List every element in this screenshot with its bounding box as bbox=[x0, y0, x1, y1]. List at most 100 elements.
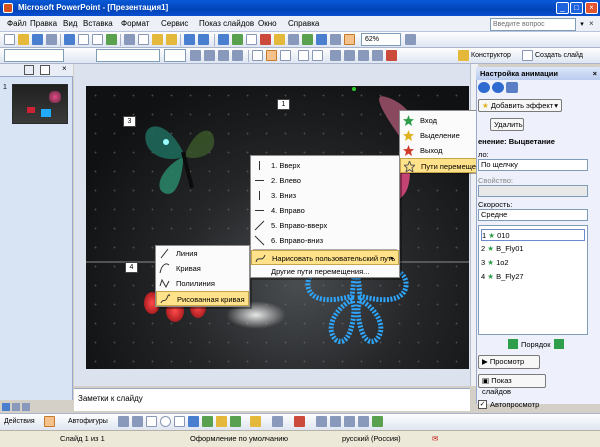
preview-icon[interactable] bbox=[92, 34, 103, 45]
save-icon[interactable] bbox=[32, 34, 43, 45]
paste-icon[interactable] bbox=[152, 34, 163, 45]
bold-icon[interactable] bbox=[190, 50, 201, 61]
taskpane-close-icon[interactable]: × bbox=[593, 67, 597, 80]
animation-item[interactable]: 3 ★ 1o2 bbox=[481, 257, 509, 269]
help-dropdown-icon[interactable]: ▾ bbox=[578, 18, 586, 31]
line-style-icon[interactable] bbox=[316, 416, 327, 427]
help-icon[interactable] bbox=[405, 34, 416, 45]
email-icon[interactable] bbox=[64, 34, 75, 45]
actions-button[interactable]: Действия bbox=[4, 416, 35, 428]
motion-right-up[interactable]: 5. Вправо-вверх bbox=[251, 218, 399, 233]
slideshow-view-icon[interactable] bbox=[22, 403, 30, 411]
spelling-icon[interactable] bbox=[106, 34, 117, 45]
diagram-icon[interactable] bbox=[202, 416, 213, 427]
anim-tag[interactable]: 4 bbox=[125, 262, 138, 273]
zoom-select[interactable]: 62% bbox=[361, 33, 401, 46]
anim-tag[interactable]: 1 bbox=[277, 99, 290, 110]
motion-up[interactable]: 1. Вверх bbox=[251, 158, 399, 173]
numbering-icon[interactable] bbox=[298, 50, 309, 61]
increase-indent-icon[interactable] bbox=[372, 50, 383, 61]
show-grid-icon[interactable] bbox=[330, 34, 341, 45]
property-select[interactable] bbox=[478, 185, 588, 197]
clipart-icon[interactable] bbox=[216, 416, 227, 427]
autopreview-checkbox[interactable]: ✓ bbox=[478, 400, 487, 409]
align-right-icon[interactable] bbox=[280, 50, 291, 61]
font-select[interactable] bbox=[96, 49, 160, 62]
preview-button[interactable]: ▶ Просмотр bbox=[478, 355, 540, 369]
line-color-icon[interactable] bbox=[272, 416, 283, 427]
menu-help[interactable]: Справка bbox=[285, 16, 322, 32]
style-select[interactable] bbox=[4, 49, 64, 62]
back-icon[interactable] bbox=[478, 82, 490, 93]
close-button[interactable]: × bbox=[585, 2, 598, 14]
undo-icon[interactable] bbox=[184, 34, 195, 45]
align-center-icon[interactable] bbox=[266, 50, 277, 61]
menu-file[interactable]: Файл bbox=[4, 16, 30, 32]
animation-item[interactable]: 4 ★ B_Fly27 bbox=[481, 271, 524, 283]
start-select[interactable]: По щелчку bbox=[478, 159, 588, 171]
notes-pane[interactable]: Заметки к слайду bbox=[74, 388, 470, 411]
color-grayscale-icon[interactable] bbox=[344, 34, 355, 45]
new-slide-button[interactable]: Создать слайд bbox=[535, 50, 583, 62]
menu-edit[interactable]: Правка bbox=[27, 16, 60, 32]
move-up-icon[interactable] bbox=[508, 339, 518, 349]
insert-diagram-icon[interactable] bbox=[288, 34, 299, 45]
new-icon[interactable] bbox=[4, 34, 15, 45]
motion-right-down[interactable]: 6. Вправо-вниз bbox=[251, 233, 399, 248]
italic-icon[interactable] bbox=[204, 50, 215, 61]
designer-button[interactable]: Конструктор bbox=[471, 50, 511, 62]
animation-item[interactable]: 1 ★ 010 bbox=[481, 229, 585, 241]
cut-icon[interactable] bbox=[124, 34, 135, 45]
font-size-select[interactable] bbox=[164, 49, 186, 62]
menu-slideshow[interactable]: Показ слайдов bbox=[196, 16, 257, 32]
decrease-font-icon[interactable] bbox=[344, 50, 355, 61]
redo-icon[interactable] bbox=[198, 34, 209, 45]
motion-custom-path[interactable]: Нарисовать пользовательский путь ▸ bbox=[251, 250, 399, 265]
rectangle-tool-icon[interactable] bbox=[146, 416, 157, 427]
motion-more-paths[interactable]: Другие пути перемещения... bbox=[251, 264, 399, 279]
increase-font-icon[interactable] bbox=[330, 50, 341, 61]
document-close-icon[interactable]: × bbox=[589, 18, 598, 30]
insert-picture-icon[interactable] bbox=[274, 34, 285, 45]
fill-color-icon[interactable] bbox=[250, 416, 261, 427]
permission-icon[interactable] bbox=[46, 34, 57, 45]
rotation-handle[interactable] bbox=[352, 87, 356, 91]
animation-item[interactable]: 2 ★ B_Fly01 bbox=[481, 243, 524, 255]
move-down-icon[interactable] bbox=[554, 339, 564, 349]
open-icon[interactable] bbox=[18, 34, 29, 45]
picture-icon[interactable] bbox=[230, 416, 241, 427]
home-icon[interactable] bbox=[506, 82, 518, 93]
outline-tab[interactable] bbox=[24, 65, 34, 75]
slides-tab[interactable] bbox=[40, 65, 50, 75]
wordart-icon[interactable] bbox=[188, 416, 199, 427]
menu-window[interactable]: Окно bbox=[255, 16, 280, 32]
show-formatting-icon[interactable] bbox=[316, 34, 327, 45]
align-left-icon[interactable] bbox=[252, 50, 263, 61]
underline-icon[interactable] bbox=[218, 50, 229, 61]
menu-item-line[interactable]: Линия bbox=[156, 246, 249, 261]
shadow-icon[interactable] bbox=[232, 50, 243, 61]
help-search-input[interactable]: Введите вопрос bbox=[490, 18, 576, 31]
speed-select[interactable]: Средне bbox=[478, 209, 588, 221]
close-pane-icon[interactable]: × bbox=[62, 64, 67, 73]
expand-icon[interactable] bbox=[302, 34, 313, 45]
menu-format[interactable]: Формат bbox=[118, 16, 152, 32]
textbox-tool-icon[interactable] bbox=[174, 416, 185, 427]
menu-view[interactable]: Вид bbox=[60, 16, 80, 32]
maximize-button[interactable]: □ bbox=[570, 2, 583, 14]
shadow-style-icon[interactable] bbox=[358, 416, 369, 427]
print-icon[interactable] bbox=[78, 34, 89, 45]
format-painter-icon[interactable] bbox=[166, 34, 177, 45]
autoshapes-button[interactable]: Автофигуры bbox=[68, 416, 108, 428]
select-objects-icon[interactable] bbox=[44, 416, 55, 427]
design-icon[interactable] bbox=[458, 50, 469, 61]
hyperlink-icon[interactable] bbox=[218, 34, 229, 45]
line-tool-icon[interactable] bbox=[118, 416, 129, 427]
slideshow-button[interactable]: ▣ Показ слайдов bbox=[478, 374, 546, 396]
font-color-draw-icon[interactable] bbox=[294, 416, 305, 427]
font-color-icon[interactable] bbox=[386, 50, 397, 61]
anim-tag[interactable]: 3 bbox=[123, 116, 136, 127]
menu-item-curve[interactable]: Кривая bbox=[156, 261, 249, 276]
3d-style-icon[interactable] bbox=[372, 416, 383, 427]
normal-view-icon[interactable] bbox=[2, 403, 10, 411]
